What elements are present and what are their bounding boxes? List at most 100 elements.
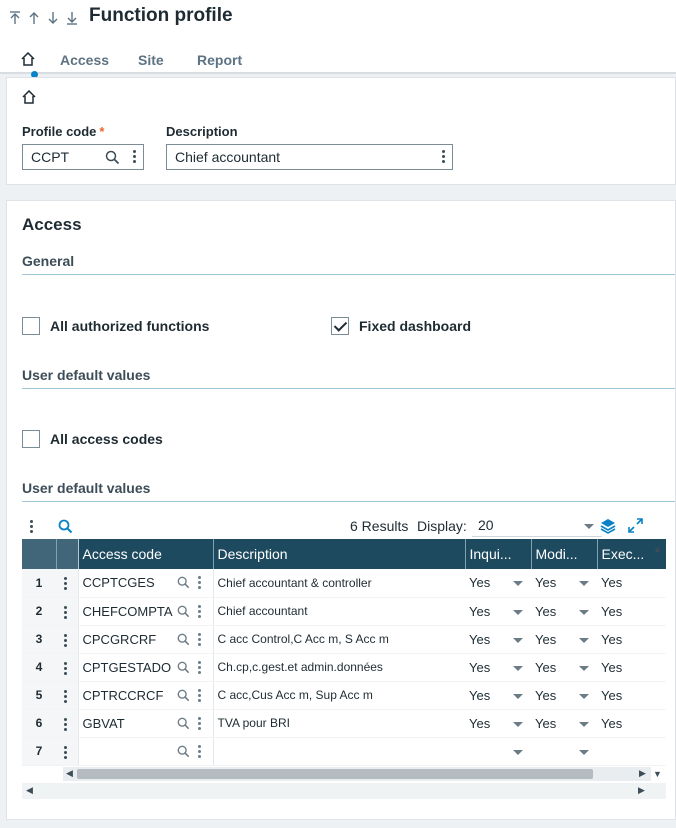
display-count-select[interactable]: 20 (472, 517, 602, 537)
more-options-icon[interactable] (197, 576, 202, 589)
row-menu-icon[interactable] (64, 577, 68, 590)
expand-icon[interactable] (628, 518, 643, 533)
access-code-cell[interactable] (77, 737, 213, 766)
row-menu-icon[interactable] (64, 745, 68, 759)
table-row[interactable]: 6 GBVAT TVA pour BRI Yes Yes Yes (22, 709, 666, 738)
modify-cell[interactable] (531, 737, 597, 766)
all-access-codes-checkbox[interactable]: All access codes (22, 430, 163, 448)
execute-cell[interactable] (597, 737, 666, 766)
scroll-up-icon[interactable]: ▲ (653, 544, 662, 554)
scroll-down-icon[interactable]: ▼ (653, 769, 662, 779)
profile-code-field[interactable]: CCPT (22, 144, 144, 170)
description-cell[interactable]: Ch.cp,c.gest.et admin.données (212, 653, 465, 682)
execute-cell[interactable]: Yes (597, 569, 666, 598)
search-icon[interactable] (105, 150, 120, 165)
outer-horizontal-scrollbar[interactable]: ◀ ▶ (22, 783, 666, 799)
more-options-icon[interactable] (133, 150, 137, 163)
column-header-modify[interactable]: Modi... (531, 539, 598, 569)
checkbox-box-checked[interactable] (331, 317, 349, 335)
next-record-icon[interactable] (44, 8, 61, 28)
all-authorized-functions-checkbox[interactable]: All authorized functions (22, 317, 209, 335)
description-cell[interactable]: Chief accountant (212, 597, 465, 626)
row-menu-icon[interactable] (64, 605, 68, 619)
inquiry-cell[interactable]: Yes (465, 653, 531, 682)
row-menu-icon[interactable] (64, 689, 68, 703)
execute-cell[interactable]: Yes (597, 597, 666, 626)
tab-site[interactable]: Site (138, 46, 164, 74)
grid-menu-icon[interactable] (30, 520, 34, 533)
table-row[interactable]: 2 CHEFCOMPTA Chief accountant Yes Yes Ye… (22, 597, 666, 626)
table-row[interactable]: 7 (22, 737, 666, 766)
description-cell[interactable] (212, 737, 465, 766)
access-code-cell[interactable]: CPCGRCRF (77, 625, 213, 654)
layers-icon[interactable] (600, 518, 616, 534)
inquiry-cell[interactable]: Yes (465, 709, 531, 738)
horizontal-scrollbar[interactable]: ◀ ▶ (63, 767, 651, 781)
description-cell[interactable]: C acc Control,C Acc m, S Acc m (212, 625, 465, 654)
table-row[interactable]: 4 CPTGESTADO Ch.cp,c.gest.et admin.donné… (22, 653, 666, 682)
modify-cell[interactable]: Yes (531, 597, 597, 626)
modify-cell[interactable]: Yes (531, 653, 597, 682)
execute-cell[interactable]: Yes (597, 709, 666, 738)
scroll-left-icon[interactable]: ◀ (66, 768, 73, 779)
tab-home[interactable] (20, 46, 38, 78)
execute-cell[interactable]: Yes (597, 681, 666, 710)
table-row[interactable]: 1 CCPTCGES Chief accountant & controller… (22, 569, 666, 598)
search-icon[interactable] (58, 519, 73, 534)
more-options-icon[interactable] (197, 688, 202, 702)
modify-cell[interactable]: Yes (531, 709, 597, 738)
scroll-right-icon[interactable]: ▶ (639, 768, 646, 779)
inquiry-cell[interactable]: Yes (465, 597, 531, 626)
description-field[interactable]: Chief accountant (166, 144, 453, 170)
row-menu-icon[interactable] (64, 661, 68, 675)
search-icon[interactable] (177, 605, 190, 618)
first-record-icon[interactable] (6, 8, 23, 28)
scroll-right-icon[interactable]: ▶ (638, 785, 645, 796)
search-icon[interactable] (177, 717, 190, 730)
checkbox-box[interactable] (22, 317, 40, 335)
previous-record-icon[interactable] (25, 8, 42, 28)
inquiry-cell[interactable]: Yes (465, 625, 531, 654)
column-header-inquiry[interactable]: Inqui... (465, 539, 532, 569)
table-row[interactable]: 3 CPCGRCRF C acc Control,C Acc m, S Acc … (22, 625, 666, 654)
search-icon[interactable] (177, 745, 190, 758)
inquiry-cell[interactable]: Yes (465, 681, 531, 710)
execute-cell[interactable]: Yes (597, 653, 666, 682)
checkbox-box[interactable] (22, 430, 40, 448)
tab-report[interactable]: Report (197, 46, 242, 74)
search-icon[interactable] (177, 576, 190, 589)
search-icon[interactable] (177, 633, 190, 646)
access-code-cell[interactable]: CHEFCOMPTA (77, 597, 213, 626)
access-code-cell[interactable]: CPTGESTADO (77, 653, 213, 682)
more-options-icon[interactable] (197, 744, 202, 758)
row-menu-icon[interactable] (64, 633, 68, 647)
fixed-dashboard-checkbox[interactable]: Fixed dashboard (331, 317, 471, 335)
more-options-icon[interactable] (197, 632, 202, 646)
more-options-icon[interactable] (197, 660, 202, 674)
access-code-cell[interactable]: CCPTCGES (77, 569, 213, 598)
more-options-icon[interactable] (197, 604, 202, 618)
column-header-access-code[interactable]: Access code (78, 539, 214, 569)
search-icon[interactable] (177, 689, 190, 702)
description-cell[interactable]: Chief accountant & controller (212, 569, 465, 598)
execute-cell[interactable]: Yes (597, 625, 666, 654)
home-icon[interactable] (22, 90, 36, 104)
scroll-thumb[interactable] (77, 769, 593, 779)
access-code-cell[interactable]: CPTRCCRCF (77, 681, 213, 710)
modify-cell[interactable]: Yes (531, 625, 597, 654)
column-header-description[interactable]: Description (213, 539, 466, 569)
tab-access[interactable]: Access (60, 46, 109, 74)
search-icon[interactable] (177, 661, 190, 674)
last-record-icon[interactable] (63, 8, 80, 28)
modify-cell[interactable]: Yes (531, 681, 597, 710)
access-code-cell[interactable]: GBVAT (77, 709, 213, 738)
inquiry-cell[interactable]: Yes (465, 569, 531, 598)
table-row[interactable]: 5 CPTRCCRCF C acc,Cus Acc m, Sup Acc m Y… (22, 681, 666, 710)
row-menu-icon[interactable] (64, 717, 68, 731)
description-cell[interactable]: TVA pour BRI (212, 709, 465, 738)
description-cell[interactable]: C acc,Cus Acc m, Sup Acc m (212, 681, 465, 710)
modify-cell[interactable]: Yes (531, 569, 597, 598)
inquiry-cell[interactable] (465, 737, 531, 766)
scroll-left-icon[interactable]: ◀ (26, 785, 33, 796)
more-options-icon[interactable] (442, 150, 446, 163)
